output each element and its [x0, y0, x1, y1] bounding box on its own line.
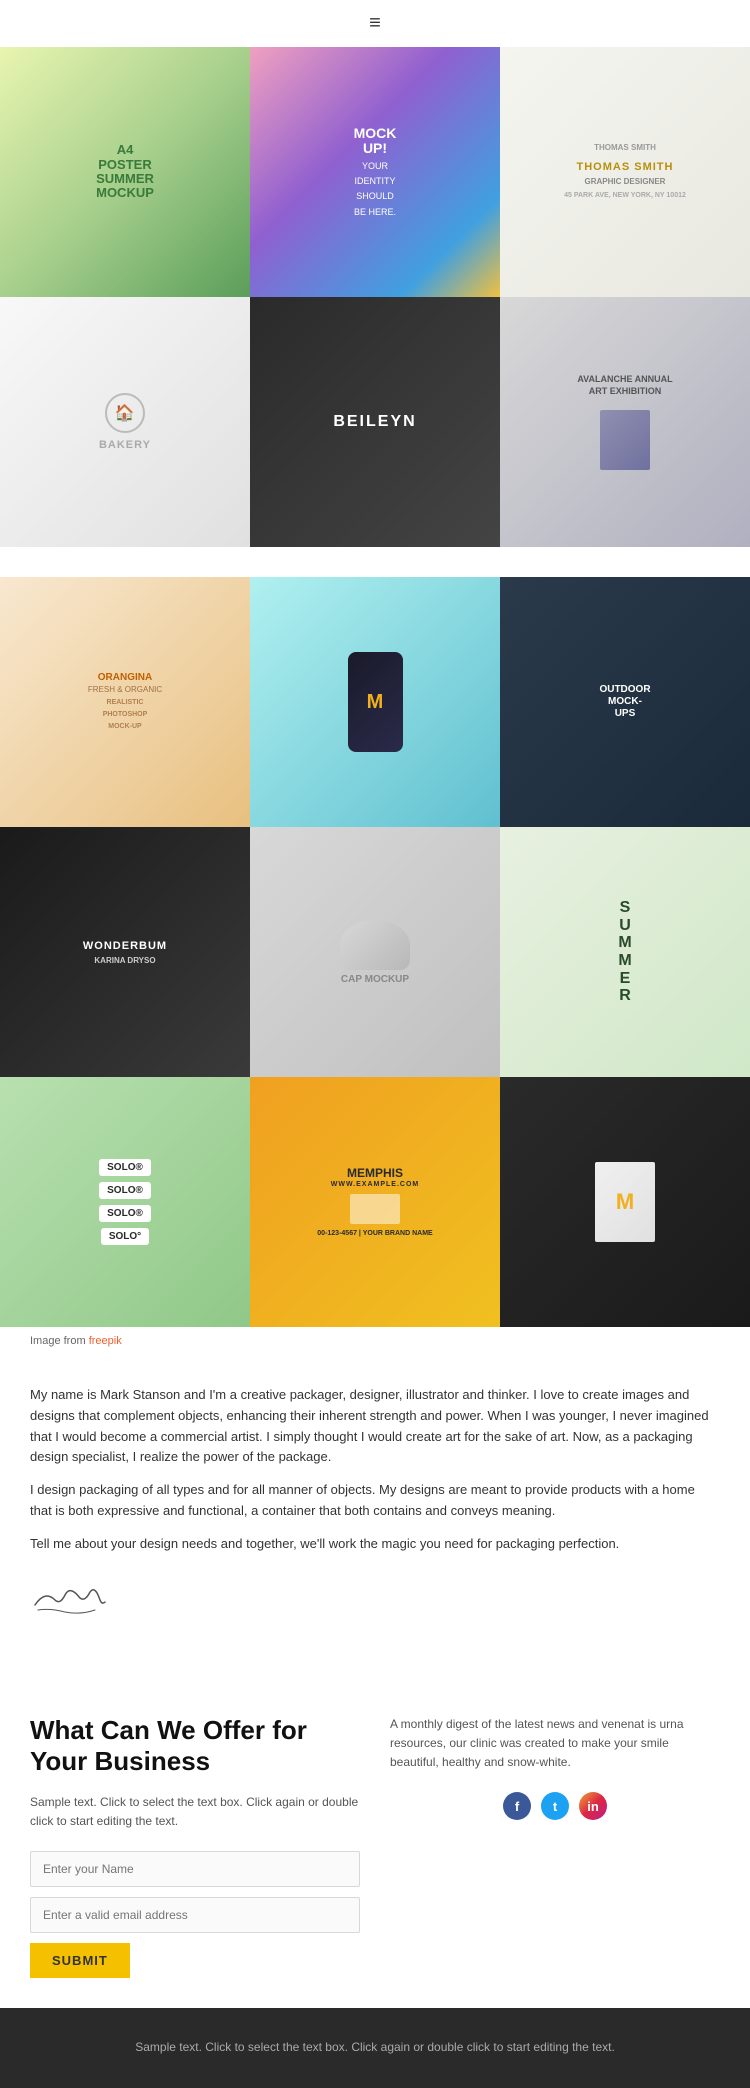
gallery-cell-exhibition[interactable]: AVALANCHE ANNUALART EXHIBITION	[500, 297, 750, 547]
gallery-cell-summer-poster[interactable]: SUMMER	[500, 827, 750, 1077]
gallery-gap	[0, 547, 750, 577]
gallery-section-1: A4POSTERSUMMERMOCKUP MOCKUP!youridentity…	[0, 47, 750, 547]
offer-right-text: A monthly digest of the latest news and …	[390, 1715, 720, 1773]
offer-title: What Can We Offer for Your Business	[30, 1715, 360, 1777]
about-paragraph-3: Tell me about your design needs and toge…	[30, 1534, 720, 1555]
hamburger-icon[interactable]: ≡	[369, 12, 381, 35]
gallery-cell-solo[interactable]: SOLO® SOLO® SOLO® SOLO°	[0, 1077, 250, 1327]
footer: Sample text. Click to select the text bo…	[0, 2008, 750, 2087]
signature-image	[30, 1580, 110, 1620]
about-section: My name is Mark Stanson and I'm a creati…	[0, 1355, 750, 1675]
about-paragraph-1: My name is Mark Stanson and I'm a creati…	[30, 1385, 720, 1468]
freepik-link[interactable]: freepik	[89, 1335, 122, 1347]
gallery-cell-cup[interactable]: ORANGINA Fresh & Organic REALISTICPHOTOS…	[0, 577, 250, 827]
footer-text: Sample text. Click to select the text bo…	[30, 2038, 720, 2057]
gallery-cell-bag[interactable]: 🏠 BAKERY	[0, 297, 250, 547]
gallery-row-2: 🏠 BAKERY Beileyn AVALANCHE ANNUALART EXH…	[0, 297, 750, 547]
email-input[interactable]	[30, 1897, 360, 1933]
gallery-row-1: A4POSTERSUMMERMOCKUP MOCKUP!youridentity…	[0, 47, 750, 297]
gallery-cell-cap[interactable]: CAP MOCKUP	[250, 827, 500, 1077]
navigation: ≡	[0, 0, 750, 47]
social-icons: f t in	[390, 1792, 720, 1820]
gallery-row-3: ORANGINA Fresh & Organic REALISTICPHOTOS…	[0, 577, 750, 827]
gallery-cell-memphis[interactable]: MEMPHIS www.example.com 00-123-4567 | YO…	[250, 1077, 500, 1327]
gallery-cell-phone[interactable]: M	[250, 577, 500, 827]
offer-subtitle: Sample text. Click to select the text bo…	[30, 1793, 360, 1831]
image-credit: Image from freepik	[0, 1327, 750, 1355]
gallery-row-5: SOLO® SOLO® SOLO® SOLO° MEMPHIS www.exam…	[0, 1077, 750, 1327]
offer-section: What Can We Offer for Your Business Samp…	[0, 1675, 750, 2009]
instagram-icon[interactable]: in	[579, 1792, 607, 1820]
offer-left: What Can We Offer for Your Business Samp…	[30, 1715, 360, 1979]
gallery-cell-store[interactable]: Beileyn	[250, 297, 500, 547]
name-input[interactable]	[30, 1851, 360, 1887]
about-paragraph-2: I design packaging of all types and for …	[30, 1480, 720, 1522]
gallery-cell-billboard[interactable]: MOCKUP!youridentityshouldbe here.	[250, 47, 500, 297]
gallery-cell-letter[interactable]: M	[500, 1077, 750, 1327]
offer-layout: What Can We Offer for Your Business Samp…	[30, 1715, 720, 1979]
offer-right: A monthly digest of the latest news and …	[390, 1715, 720, 1979]
gallery-section-2: ORANGINA Fresh & Organic REALISTICPHOTOS…	[0, 577, 750, 1327]
twitter-icon[interactable]: t	[541, 1792, 569, 1820]
gallery-cell-wonderbum[interactable]: WONDERBUM Karina Dryso	[0, 827, 250, 1077]
gallery-cell-poster[interactable]: A4POSTERSUMMERMOCKUP	[0, 47, 250, 297]
signature	[30, 1575, 720, 1625]
facebook-icon[interactable]: f	[503, 1792, 531, 1820]
gallery-cell-bcard[interactable]: THOMAS SMITH THOMAS SMITH GRAPHIC DESIGN…	[500, 47, 750, 297]
gallery-cell-outdoor[interactable]: OUTDOORMOCK-UPS	[500, 577, 750, 827]
gallery-row-4: WONDERBUM Karina Dryso CAP MOCKUP SUMMER	[0, 827, 750, 1077]
submit-button[interactable]: SUBMIT	[30, 1943, 130, 1978]
